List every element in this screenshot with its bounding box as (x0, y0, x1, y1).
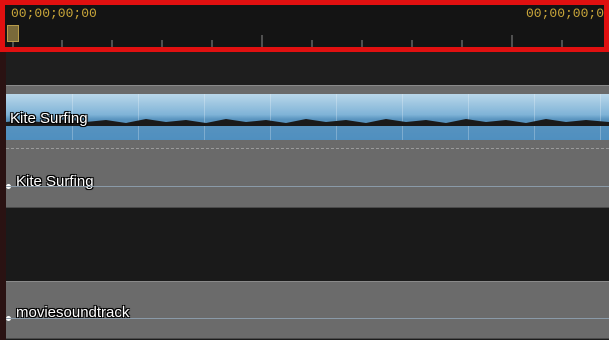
audio-clip-moviesoundtrack[interactable]: moviesoundtrack (6, 281, 609, 339)
empty-track (6, 208, 609, 281)
playhead-handle[interactable] (7, 25, 19, 42)
end-timecode: 00;00;00;0 (525, 6, 604, 21)
volume-line[interactable] (6, 318, 609, 319)
video-clip-label: Kite Surfing (10, 110, 88, 127)
track-gap (6, 52, 609, 85)
video-audio-clip-label: Kite Surfing (16, 173, 94, 190)
start-timecode: 00;00;00;00 (11, 6, 97, 21)
video-thumbnail-strip (6, 94, 609, 140)
track-divider (6, 148, 609, 149)
wave-horizon-graphic (6, 119, 609, 126)
timeline-ruler[interactable]: 00;00;00;00 00;00;00;0 (0, 0, 609, 52)
video-clip-kite-surfing[interactable]: Kite Surfing Kite Surfing (6, 85, 609, 208)
volume-line[interactable] (6, 186, 609, 187)
